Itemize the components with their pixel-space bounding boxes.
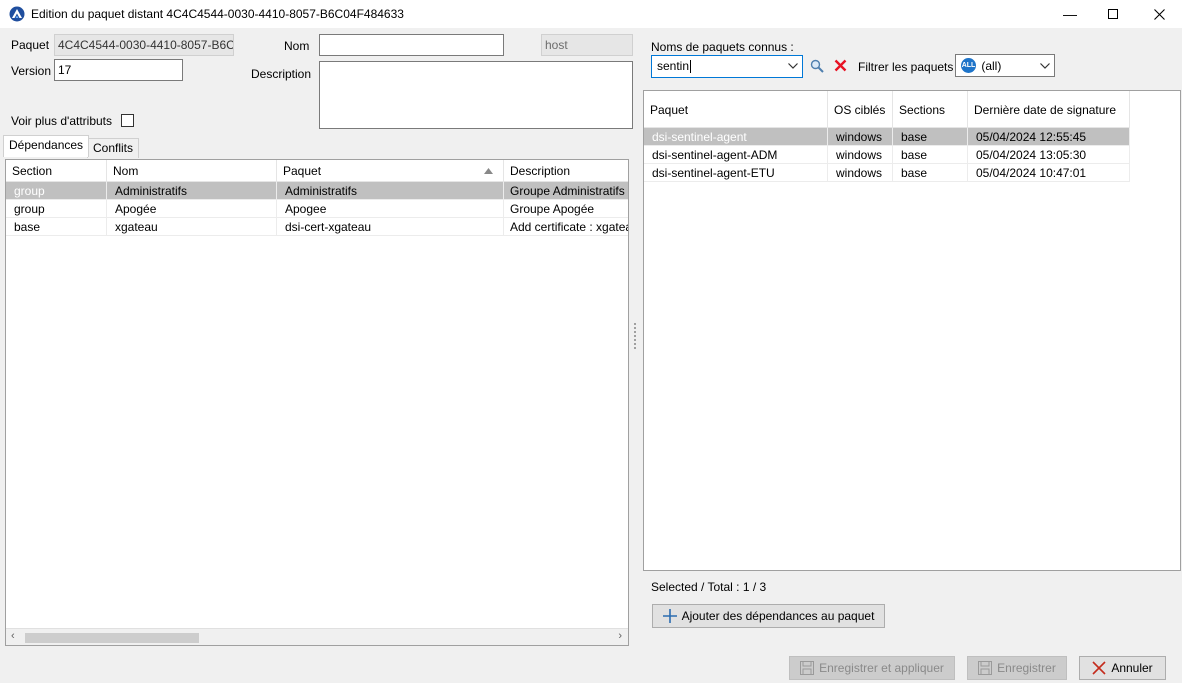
paquet-label: Paquet: [11, 38, 50, 52]
filter-value: (all): [981, 58, 1002, 73]
tab-dependances[interactable]: Dépendances: [3, 135, 90, 157]
col-header-paquet[interactable]: Paquet: [644, 91, 828, 128]
horizontal-scrollbar[interactable]: ‹ ›: [6, 628, 628, 645]
version-label: Version: [11, 64, 52, 78]
chevron-down-icon: [1040, 63, 1050, 69]
host-field: host: [541, 34, 633, 56]
table-row[interactable]: group Administratifs Administratifs Grou…: [6, 182, 628, 200]
save-and-apply-button[interactable]: Enregistrer et appliquer: [789, 656, 955, 680]
add-dependencies-label: Ajouter des dépendances au paquet: [681, 609, 875, 623]
save-and-apply-label: Enregistrer et appliquer: [819, 661, 944, 675]
cell-os: windows: [828, 128, 893, 146]
cell-paquet: dsi-sentinel-agent: [644, 128, 828, 146]
package-search-input[interactable]: sentin: [657, 59, 689, 73]
description-field[interactable]: [319, 61, 633, 129]
add-dependencies-button[interactable]: Ajouter des dépendances au paquet: [652, 604, 885, 628]
close-button[interactable]: [1136, 0, 1182, 28]
cell-section: group: [6, 182, 107, 200]
grid-header: Paquet OS ciblés Sections Dernière date …: [644, 91, 1130, 128]
cell-section: base: [893, 146, 968, 164]
cell-paquet: dsi-sentinel-agent-ADM: [644, 146, 828, 164]
save-icon: [800, 661, 815, 675]
list-item[interactable]: dsi-sentinel-agent-ADM windows base 05/0…: [644, 146, 1130, 164]
window-title: Edition du paquet distant 4C4C4544-0030-…: [31, 7, 404, 21]
scroll-left-icon[interactable]: ‹: [11, 630, 15, 642]
package-search-combo[interactable]: sentin: [651, 55, 803, 78]
splitter-handle[interactable]: [634, 323, 637, 353]
cell-paquet: Administratifs: [277, 182, 504, 200]
close-icon: [1153, 8, 1165, 20]
maximize-button[interactable]: [1090, 0, 1136, 28]
cell-os: windows: [828, 164, 893, 182]
clear-search-icon[interactable]: [834, 59, 847, 72]
col-header-nom[interactable]: Nom: [107, 160, 277, 182]
paquet-field[interactable]: 4C4C4544-0030-4410-8057-B6C04F484633: [54, 34, 234, 56]
selected-total-status: Selected / Total : 1 / 3: [651, 580, 767, 594]
col-header-description[interactable]: Description: [504, 160, 628, 182]
col-header-date[interactable]: Dernière date de signature: [968, 91, 1130, 128]
col-header-sections[interactable]: Sections: [893, 91, 968, 128]
cancel-button[interactable]: Annuler: [1079, 656, 1166, 680]
tab-conflits[interactable]: Conflits: [87, 138, 140, 158]
version-field[interactable]: 17: [54, 59, 183, 81]
nom-label: Nom: [284, 39, 310, 53]
nom-field[interactable]: [319, 34, 504, 56]
cell-paquet: Apogee: [277, 200, 504, 218]
save-button[interactable]: Enregistrer: [967, 656, 1067, 680]
cell-section: base: [893, 164, 968, 182]
list-item[interactable]: dsi-sentinel-agent windows base 05/04/20…: [644, 128, 1130, 146]
col-header-os[interactable]: OS ciblés: [828, 91, 893, 128]
minimize-icon: —: [1063, 6, 1077, 22]
dependencies-grid[interactable]: Section Nom Paquet Description group Adm…: [5, 159, 629, 646]
cell-description: Groupe Administratifs: [504, 182, 628, 200]
scrollbar-thumb[interactable]: [25, 633, 199, 643]
chevron-down-icon: [788, 63, 798, 69]
cell-nom: Apogée: [107, 200, 277, 218]
cell-section: base: [893, 128, 968, 146]
voir-plus-label: Voir plus d'attributs: [11, 114, 113, 128]
scroll-right-icon[interactable]: ›: [618, 630, 622, 642]
save-label: Enregistrer: [997, 661, 1056, 675]
cell-date: 05/04/2024 10:47:01: [968, 164, 1130, 182]
sort-asc-icon: [484, 168, 493, 174]
cell-nom: xgateau: [107, 218, 277, 236]
col-header-paquet[interactable]: Paquet: [277, 160, 504, 182]
table-row[interactable]: base xgateau dsi-cert-xgateau Add certif…: [6, 218, 628, 236]
search-icon[interactable]: [810, 59, 824, 73]
cell-description: Add certificate : xgateau: [504, 218, 628, 236]
col-header-section[interactable]: Section: [6, 160, 107, 182]
cell-paquet: dsi-cert-xgateau: [277, 218, 504, 236]
close-icon: [1092, 661, 1106, 675]
filter-packages-label: Filtrer les paquets: [858, 60, 954, 74]
cell-section: base: [6, 218, 107, 236]
cell-description: Groupe Apogée: [504, 200, 628, 218]
cell-nom: Administratifs: [107, 182, 277, 200]
all-badge-icon: ALL: [961, 58, 976, 74]
cell-date: 05/04/2024 12:55:45: [968, 128, 1130, 146]
grid-header: Section Nom Paquet Description: [6, 160, 628, 182]
list-item[interactable]: dsi-sentinel-agent-ETU windows base 05/0…: [644, 164, 1130, 182]
maximize-icon: [1108, 9, 1118, 19]
description-label: Description: [251, 67, 312, 81]
table-row[interactable]: group Apogée Apogee Groupe Apogée: [6, 200, 628, 218]
cell-paquet: dsi-sentinel-agent-ETU: [644, 164, 828, 182]
minimize-button[interactable]: —: [1047, 0, 1093, 28]
cancel-label: Annuler: [1111, 661, 1153, 675]
filter-packages-select[interactable]: ALL (all): [955, 54, 1055, 77]
voir-plus-checkbox[interactable]: [121, 114, 134, 127]
known-packages-label: Noms de paquets connus :: [651, 40, 794, 54]
cell-section: group: [6, 200, 107, 218]
known-packages-grid[interactable]: Paquet OS ciblés Sections Dernière date …: [643, 90, 1181, 571]
title-bar: Edition du paquet distant 4C4C4544-0030-…: [0, 0, 1182, 28]
cell-os: windows: [828, 146, 893, 164]
plus-icon: [662, 609, 677, 623]
col-header-paquet-label: Paquet: [283, 164, 322, 178]
app-logo-icon: [9, 6, 25, 22]
cell-date: 05/04/2024 13:05:30: [968, 146, 1130, 164]
save-icon: [978, 661, 993, 675]
